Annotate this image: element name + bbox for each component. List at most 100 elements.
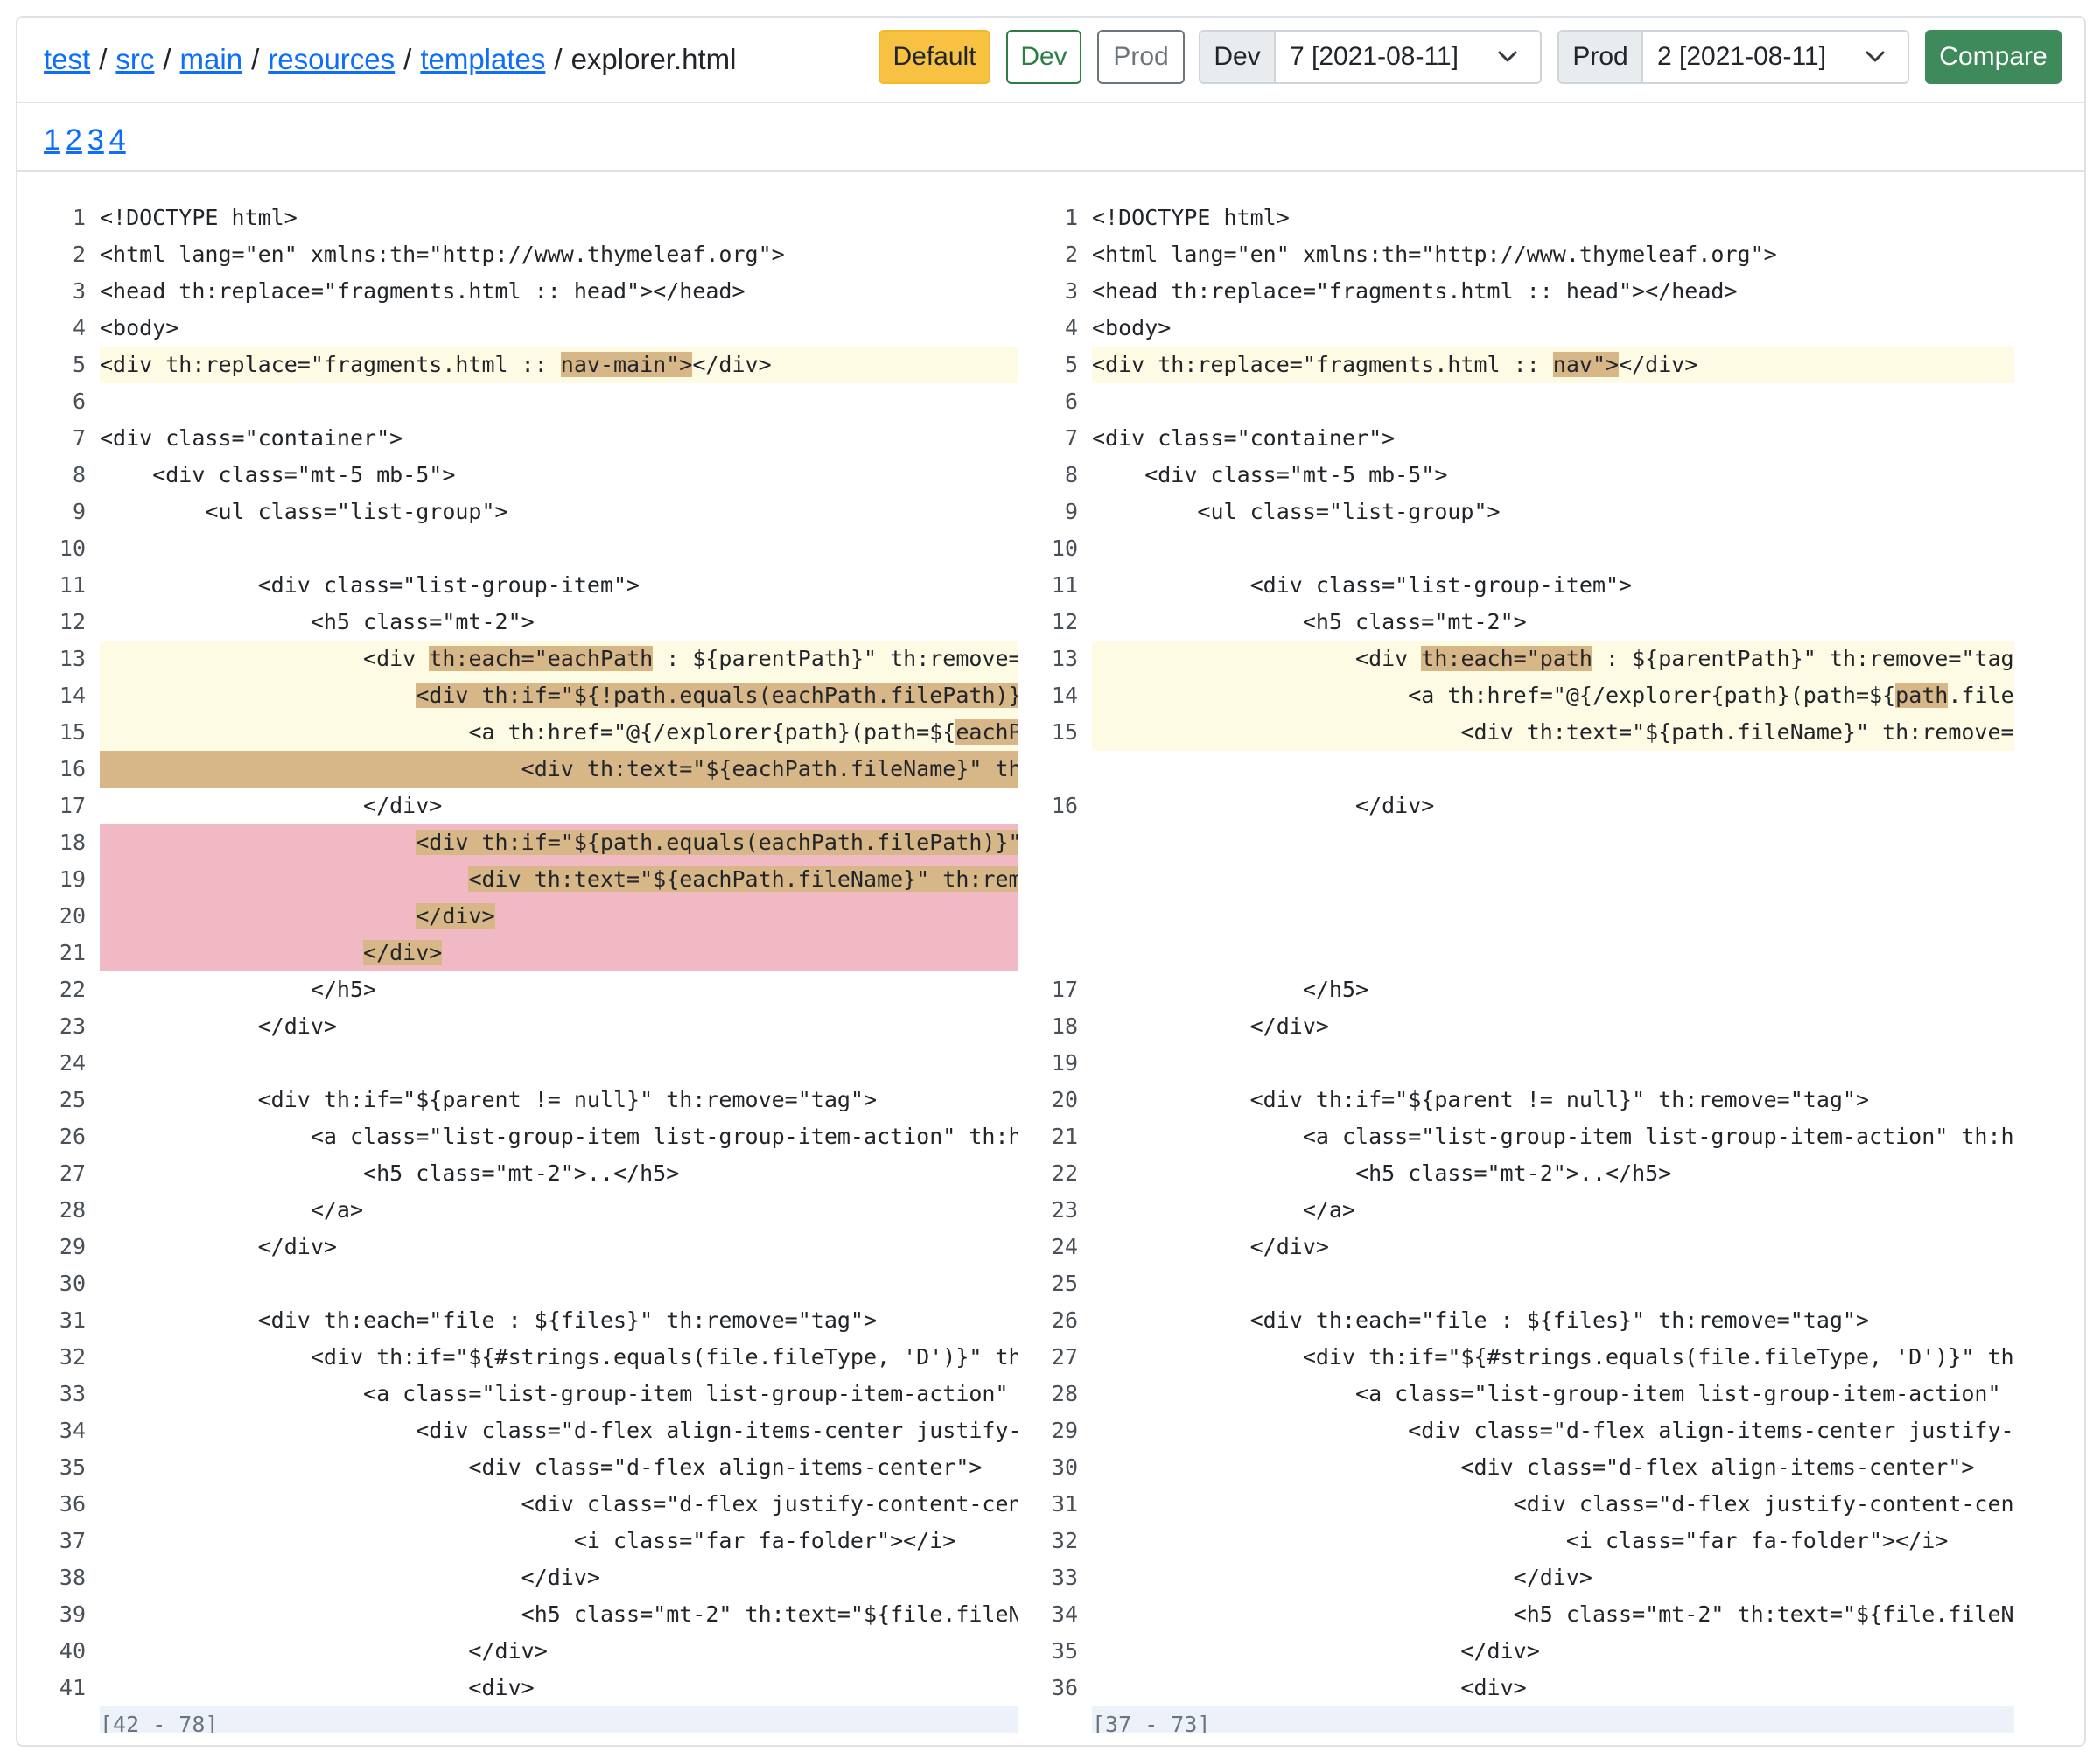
code-segment: <html lang="en" xmlns:th="http://www.thy… (1092, 242, 1777, 267)
right-diff-pane: 1 <!DOCTYPE html> 2 <html lang="en" xmlns:t… (1024, 184, 2030, 1733)
line-number: 18 (1051, 1013, 1078, 1039)
code-text: <h5 class="mt-2"> (1092, 604, 2014, 641)
code-line: 40 </div> (18, 1633, 1024, 1670)
code-text: <html lang="en" xmlns:th="http://www.thy… (100, 236, 1018, 273)
line-number: 19 (1051, 1050, 1078, 1076)
code-text: <div th:each="file : ${files}" th:remove… (100, 1302, 1018, 1339)
code-segment: <div class="d-flex justify-content-cente… (521, 1491, 1018, 1517)
line-number: 1 (72, 205, 86, 230)
code-text: <div th:each="eachPath : ${parentPath}" … (100, 641, 1018, 677)
code-segment: <div class="container"> (1092, 425, 1396, 451)
page-link-4[interactable]: 4 (109, 123, 126, 157)
page-link-2[interactable]: 2 (66, 123, 82, 157)
code-segment: <div th:text="${eachPath.fileName}" th:r… (521, 756, 1018, 781)
code-segment: <div class="d-flex align-items-center ju… (1408, 1418, 2014, 1443)
prod-version-select-group: Prod 2 [2021-08-11] (1558, 30, 1909, 84)
dev-button[interactable]: Dev (1006, 30, 1082, 84)
code-text: <a class="list-group-item list-group-ite… (100, 1376, 1018, 1412)
code-text: <div> (1092, 1670, 2014, 1706)
code-line: 28 </a> (18, 1192, 1024, 1229)
diff-highlight: eachPath (956, 719, 1018, 745)
code-text: </div> (100, 1229, 1018, 1265)
code-line: 5 <div th:replace="fragments.html :: nav"… (1024, 347, 2030, 383)
code-text: <div class="d-flex align-items-center ju… (1092, 1412, 2014, 1449)
code-text: <a class="list-group-item list-group-ite… (1092, 1118, 2014, 1155)
code-text: <head th:replace="fragments.html :: head… (100, 273, 1018, 310)
collapsed-range-row[interactable]: [42 - 78] (18, 1706, 1024, 1733)
compare-button[interactable]: Compare (1925, 30, 2062, 84)
code-line: 24 </div> (1024, 1229, 2030, 1265)
code-text: <a class="list-group-item list-group-ite… (100, 1118, 1018, 1155)
code-line: 8 <div class="mt-5 mb-5"> (1024, 457, 2030, 494)
code-text: </div> (1092, 1633, 2014, 1670)
code-segment: <!DOCTYPE html> (100, 205, 298, 230)
code-segment: </div> (1092, 1234, 1329, 1259)
page-link-1[interactable]: 1 (44, 123, 60, 157)
line-number: 16 (59, 756, 86, 781)
code-segment: <h5 class="mt-2">..</h5> (1092, 1160, 1672, 1186)
code-text: <head th:replace="fragments.html :: head… (1092, 273, 2014, 310)
line-number: 11 (1051, 572, 1078, 598)
code-segment: </div> (1619, 352, 1698, 377)
code-line: 35 <div class="d-flex align-items-center… (18, 1449, 1024, 1486)
line-number: 6 (72, 389, 86, 414)
code-text: </div> (100, 898, 1018, 935)
code-text: </a> (100, 1192, 1018, 1229)
code-line: 4 <body> (18, 310, 1024, 347)
default-button[interactable]: Default (878, 30, 990, 84)
line-number: 27 (59, 1160, 86, 1186)
pagination-divider (18, 170, 2084, 172)
code-line: 6 (18, 383, 1024, 420)
code-segment: <div th:if="${#strings.equals(file.fileT… (310, 1344, 1018, 1370)
line-number: 23 (59, 1013, 86, 1039)
code-segment: <head th:replace="fragments.html :: head… (100, 278, 746, 304)
code-segment: <div th:each="file : ${files}" th:remove… (1092, 1307, 1870, 1333)
code-line: 3 <head th:replace="fragments.html :: hea… (18, 273, 1024, 310)
prod-version-select[interactable]: 2 [2021-08-11] (1643, 32, 1908, 82)
code-line: 9 <ul class="list-group"> (18, 494, 1024, 530)
code-text: <div th:if="${!path.equals(eachPath.file… (100, 677, 1018, 714)
code-segment: : ${parentPath}" th:remove="tag"> (1592, 646, 2014, 671)
code-line: 28 <a class="list-group-item list-group-… (1024, 1376, 2030, 1412)
code-segment: <div class="d-flex justify-content-cente… (1513, 1491, 2014, 1517)
code-line: 33 </div> (1024, 1559, 2030, 1596)
code-segment: <h5 class="mt-2">..</h5> (100, 1160, 680, 1186)
code-line: 17 </h5> (1024, 971, 2030, 1008)
code-segment: <div th:if="${parent != null}" th:remove… (100, 1087, 878, 1112)
breadcrumb-link-main[interactable]: main (180, 43, 243, 75)
breadcrumb-link-resources[interactable]: resources (268, 43, 395, 75)
dev-version-select[interactable]: 7 [2021-08-11] (1276, 32, 1540, 82)
line-number: 5 (1064, 352, 1078, 377)
breadcrumb: test / src / main / resources / templates / explor… (44, 42, 736, 77)
breadcrumb-link-src[interactable]: src (116, 43, 154, 75)
code-text: <a th:href="@{/explorer{path}(path=${pat… (1092, 677, 2014, 714)
prod-button[interactable]: Prod (1097, 30, 1185, 84)
code-segment: <a class="list-group-item list-group-ite… (310, 1124, 1018, 1149)
code-segment: <div th:text="${path.fileName}" th:remov… (1460, 719, 2014, 745)
prod-version-value: 2 [2021-08-11] (1657, 42, 1826, 71)
code-text: <ul class="list-group"> (100, 494, 1018, 530)
diff-highlight: <div th:if="${path.equals(eachPath.fileP… (416, 830, 1018, 855)
line-number: 17 (59, 793, 86, 818)
line-number: 25 (1051, 1271, 1078, 1296)
header-divider (18, 102, 2084, 103)
collapsed-range-row[interactable]: [37 - 73] (1024, 1706, 2030, 1733)
code-text: <i class="far fa-folder"></i> (100, 1523, 1018, 1559)
line-number: 9 (72, 499, 86, 524)
code-segment: </div> (100, 1013, 337, 1039)
breadcrumb-link-templates[interactable]: templates (420, 43, 545, 75)
code-text: <h5 class="mt-2"> (100, 604, 1018, 641)
code-segment: <h5 class="mt-2" th:text="${file.fileNam… (1513, 1601, 2014, 1627)
code-segment: <a th:href="@{/explorer{path}(path=${ (100, 719, 956, 745)
page-link-3[interactable]: 3 (88, 123, 104, 157)
breadcrumb-link-test[interactable]: test (44, 43, 90, 75)
line-number: 15 (59, 719, 86, 745)
code-text: <div class="d-flex align-items-center"> (1092, 1449, 2014, 1486)
code-text: </div> (100, 1008, 1018, 1045)
line-number: 32 (59, 1344, 86, 1370)
code-text: <h5 class="mt-2">..</h5> (100, 1155, 1018, 1192)
line-number: 19 (59, 866, 86, 892)
